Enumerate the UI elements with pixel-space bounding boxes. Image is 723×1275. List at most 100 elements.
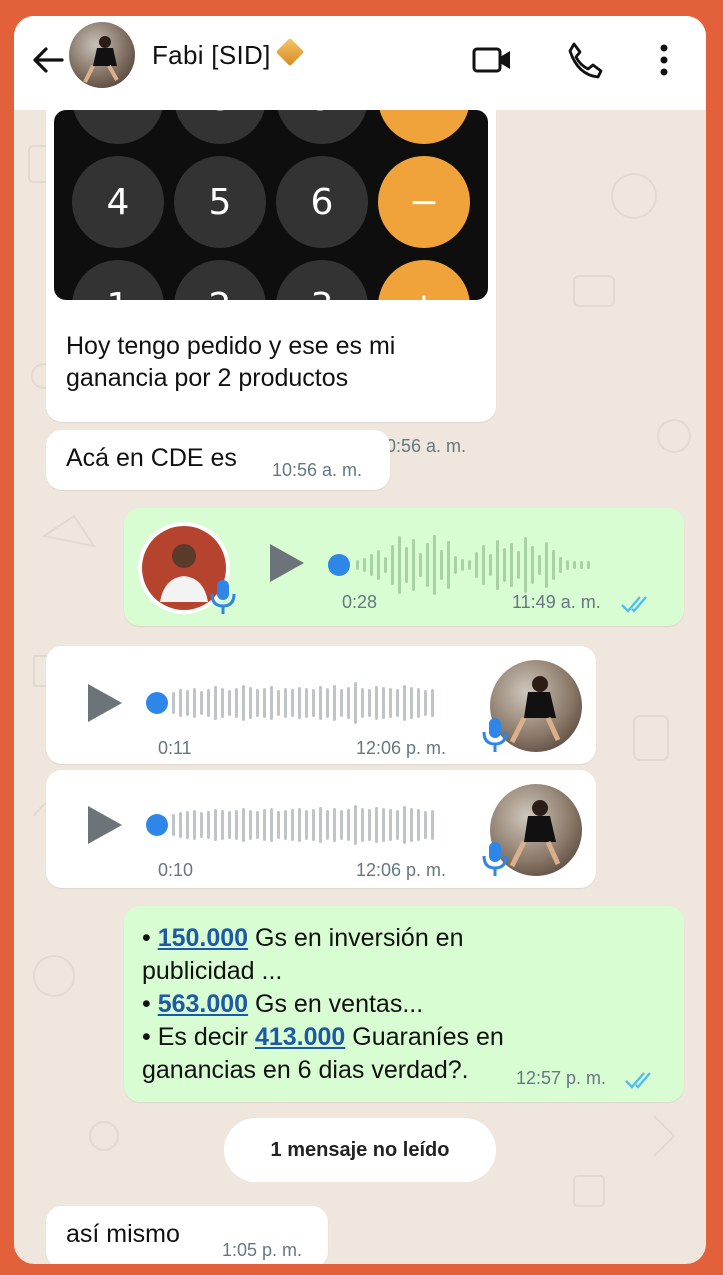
- waveform-bar: [200, 812, 203, 838]
- waveform-bar: [270, 686, 273, 720]
- waveform-bar: [370, 554, 373, 576]
- waveform-bar: [249, 810, 252, 840]
- waveform-bar: [207, 811, 210, 839]
- voice-waveform[interactable]: [172, 795, 434, 855]
- waveform-bar: [172, 814, 175, 836]
- image-caption-line: Hoy tengo pedido y ese es mi: [66, 332, 396, 360]
- waveform-bar: [538, 555, 541, 575]
- waveform-bar: [424, 811, 427, 839]
- incoming-voice-message[interactable]: 0:11 12:06 p. m.: [46, 646, 596, 764]
- waveform-bar: [186, 811, 189, 839]
- voice-waveform[interactable]: [172, 673, 434, 733]
- playback-position-dot[interactable]: [146, 814, 168, 836]
- waveform-bar: [433, 535, 436, 595]
- phone-number-link[interactable]: 150.000: [158, 924, 248, 952]
- contact-title[interactable]: Fabi [SID]: [152, 37, 304, 71]
- voice-duration: 0:28: [342, 592, 378, 612]
- incoming-image-message[interactable]: 7 8 9 × 4 5 6 − 1 2 3 + Hoy tengo pedido…: [46, 56, 496, 456]
- incoming-text-message[interactable]: Acá en CDE es 10:56 a. m.: [46, 430, 390, 490]
- microphone-icon: [482, 842, 508, 876]
- back-arrow-icon[interactable]: [28, 40, 68, 80]
- waveform-bar: [559, 557, 562, 573]
- read-receipt-icon: [625, 1072, 651, 1089]
- playback-position-dot[interactable]: [328, 554, 350, 576]
- play-button[interactable]: [88, 806, 122, 844]
- video-call-icon[interactable]: [470, 38, 514, 82]
- waveform-bar: [347, 809, 350, 841]
- waveform-bar: [179, 812, 182, 838]
- waveform-bar: [389, 688, 392, 718]
- waveform-bar: [305, 810, 308, 840]
- chat-header: Fabi [SID]: [14, 16, 706, 110]
- voice-waveform[interactable]: [356, 535, 590, 595]
- waveform-bar: [356, 560, 359, 570]
- calc-key: 3: [276, 260, 368, 300]
- calculator-image[interactable]: 7 8 9 × 4 5 6 − 1 2 3 +: [54, 110, 488, 300]
- calc-key: −: [378, 156, 470, 248]
- message-line: • 150.000 Gs en inversión en: [142, 922, 463, 955]
- play-button[interactable]: [88, 684, 122, 722]
- waveform-bar: [552, 550, 555, 580]
- waveform-bar: [391, 545, 394, 585]
- message-line: • Es decir 413.000 Guaraníes en: [142, 1021, 504, 1054]
- waveform-bar: [326, 810, 329, 840]
- bullet-text: •: [142, 924, 158, 952]
- bullet-text: •: [142, 990, 158, 1018]
- phone-number-link[interactable]: 563.000: [158, 990, 248, 1018]
- incoming-text-message[interactable]: así mismo 1:05 p. m.: [46, 1206, 328, 1264]
- calc-key: 5: [174, 156, 266, 248]
- waveform-bar: [207, 689, 210, 717]
- message-text: Gs en ventas...: [248, 990, 424, 1018]
- outgoing-voice-message[interactable]: 0:28 11:49 a. m.: [124, 508, 684, 626]
- waveform-bar: [305, 688, 308, 718]
- message-text: Acá en CDE es: [66, 444, 237, 472]
- waveform-bar: [347, 687, 350, 719]
- microphone-icon: [482, 718, 508, 752]
- playback-position-dot[interactable]: [146, 692, 168, 714]
- waveform-bar: [172, 692, 175, 714]
- waveform-bar: [573, 561, 576, 569]
- phone-call-icon[interactable]: [562, 38, 606, 82]
- waveform-bar: [382, 808, 385, 842]
- waveform-bar: [312, 689, 315, 717]
- incoming-voice-message[interactable]: 0:10 12:06 p. m.: [46, 770, 596, 888]
- waveform-bar: [531, 546, 534, 584]
- waveform-bar: [363, 558, 366, 572]
- waveform-bar: [298, 687, 301, 719]
- more-options-icon[interactable]: [642, 38, 686, 82]
- waveform-bar: [298, 808, 301, 842]
- microphone-icon: [210, 580, 236, 614]
- outgoing-text-message[interactable]: • 150.000 Gs en inversión en publicidad …: [124, 906, 684, 1102]
- waveform-bar: [228, 811, 231, 839]
- waveform-bar: [249, 687, 252, 719]
- calc-key: 6: [276, 156, 368, 248]
- play-button[interactable]: [270, 544, 304, 582]
- waveform-bar: [375, 686, 378, 720]
- waveform-bar: [361, 808, 364, 842]
- waveform-bar: [284, 688, 287, 718]
- waveform-bar: [545, 542, 548, 588]
- waveform-bar: [221, 688, 224, 718]
- waveform-bar: [256, 811, 259, 839]
- waveform-bar: [398, 536, 401, 594]
- waveform-bar: [396, 689, 399, 717]
- phone-number-link[interactable]: 413.000: [255, 1023, 345, 1051]
- waveform-bar: [403, 685, 406, 721]
- contact-avatar[interactable]: [69, 22, 135, 88]
- voice-duration: 0:11: [158, 738, 192, 758]
- waveform-bar: [454, 556, 457, 574]
- waveform-bar: [587, 561, 590, 569]
- message-time: 12:06 p. m.: [356, 860, 447, 880]
- waveform-bar: [235, 688, 238, 718]
- waveform-bar: [468, 560, 471, 570]
- waveform-bar: [489, 554, 492, 576]
- calc-key: ×: [378, 110, 470, 144]
- waveform-bar: [368, 809, 371, 841]
- contact-name: Fabi [SID]: [152, 40, 271, 70]
- waveform-bar: [319, 807, 322, 843]
- calc-key: 7: [72, 110, 164, 144]
- waveform-bar: [256, 689, 259, 717]
- waveform-bar: [214, 686, 217, 720]
- message-time: 1:05 p. m.: [222, 1240, 303, 1260]
- calc-key: 2: [174, 260, 266, 300]
